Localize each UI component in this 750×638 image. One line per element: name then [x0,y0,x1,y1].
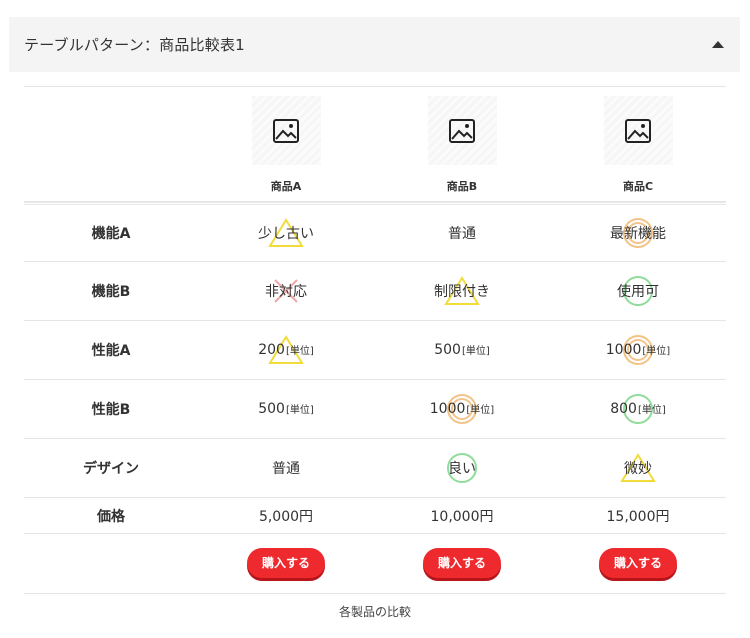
image-placeholder-icon [603,96,673,165]
row-label: デザイン [83,461,139,477]
cell-value: 1000 [605,342,642,358]
row-label: 機能B [91,284,131,300]
row-label: 性能A [91,343,131,359]
image-placeholder-icon [427,96,497,165]
product-name: 商品C [622,180,654,193]
price-cell: 10,000円 [430,508,494,525]
cell-unit: [単位] [285,346,314,357]
product-header-row: 商品A 商品B 商品C [24,86,726,202]
cell-text: 普通 [272,458,300,478]
accordion-title: テーブルパターン：商品比較表1 [24,36,245,54]
cell-text: 使用可 [617,281,659,301]
cell-value: 800 [610,401,637,417]
comparison-cell: 1000 [単位] [550,321,726,379]
cell-unit: [単位] [637,405,666,416]
cell-unit: [単位] [285,405,314,416]
cell-value: 最新機能 [610,226,666,242]
comparison-cell: 1000 [単位] [374,380,550,438]
comparison-cell: 最新機能 [550,205,726,261]
table-caption: 各製品の比較 [338,605,411,619]
cell-value: 使用可 [617,284,659,300]
buy-row: 購入する 購入する 購入する [24,533,726,594]
cell-value: 非対応 [265,284,307,300]
cell-text: 良い [448,458,476,478]
cell-text: 少し古い [258,223,314,243]
buy-cell: 購入する [374,534,550,593]
comparison-row: デザイン 普通 良い 微妙 [24,438,726,497]
cell-value: 500 [258,401,285,417]
product-name: 商品B [446,180,478,193]
cell-value: 制限付き [434,284,490,300]
cell-value: 良い [448,461,476,477]
comparison-cell: 微妙 [550,439,726,497]
buy-button[interactable]: 購入する [599,547,677,578]
comparison-row: 機能A 少し古い 普通 最新機能 [24,202,726,261]
cell-text: 制限付き [434,281,490,301]
cell-text: 最新機能 [610,223,666,243]
product-column-a: 商品A [198,87,374,201]
cell-text: 800 [単位] [610,401,666,417]
cell-text: 500 [単位] [434,342,490,358]
cell-value: 200 [258,342,285,358]
cell-text: 1000 [単位] [430,401,494,417]
comparison-cell: 500 [単位] [374,321,550,379]
cell-value: 普通 [448,226,476,242]
comparison-cell: 200 [単位] [198,321,374,379]
cell-unit: [単位] [461,346,490,357]
row-label: 機能A [91,226,131,242]
caret-up-icon[interactable] [712,41,724,48]
comparison-cell: 良い [374,439,550,497]
price-row: 価格 5,000円 10,000円 15,000円 [24,497,726,533]
cell-value: 少し古い [258,226,314,242]
comparison-cell: 普通 [374,205,550,261]
cell-value: 微妙 [624,461,652,477]
product-column-c: 商品C [550,87,726,201]
accordion-header[interactable]: テーブルパターン：商品比較表1 [9,17,740,72]
buy-button[interactable]: 購入する [247,547,325,578]
comparison-cell: 少し古い [198,205,374,261]
cell-value: 普通 [272,461,300,477]
empty-header-cell [24,87,198,201]
cell-value: 500 [434,342,461,358]
product-name: 商品A [270,180,302,193]
comparison-cell: 800 [単位] [550,380,726,438]
cell-text: 普通 [448,223,476,243]
cell-text: 500 [単位] [258,401,314,417]
comparison-row: 性能B 500 [単位] 1000 [単位] 800 [単位] [24,379,726,438]
cell-text: 非対応 [265,281,307,301]
comparison-cell: 使用可 [550,262,726,320]
comparison-cell: 非対応 [198,262,374,320]
buy-cell: 購入する [198,534,374,593]
cell-value: 1000 [429,401,466,417]
comparison-table: 商品A 商品B 商品C 機能A 少し古い 普通 最新機能 機能B 非対応 制限付き 使用可 性能… [24,86,726,594]
comparison-cell: 制限付き [374,262,550,320]
product-column-b: 商品B [374,87,550,201]
buy-button[interactable]: 購入する [423,547,501,578]
comparison-cell: 普通 [198,439,374,497]
cell-text: 微妙 [624,458,652,478]
price-cell: 15,000円 [606,508,670,525]
cell-text: 1000 [単位] [606,342,670,358]
image-placeholder-icon [251,96,321,165]
buy-cell: 購入する [550,534,726,593]
cell-unit: [単位] [466,405,495,416]
row-label: 性能B [91,402,131,418]
empty-cell [24,534,198,593]
cell-unit: [単位] [642,346,671,357]
price-cell: 5,000円 [258,508,314,525]
comparison-cell: 500 [単位] [198,380,374,438]
comparison-row: 性能A 200 [単位] 500 [単位] 1000 [単位] [24,320,726,379]
cell-text: 200 [単位] [258,342,314,358]
comparison-row: 機能B 非対応 制限付き 使用可 [24,261,726,320]
row-label: 価格 [97,508,125,525]
